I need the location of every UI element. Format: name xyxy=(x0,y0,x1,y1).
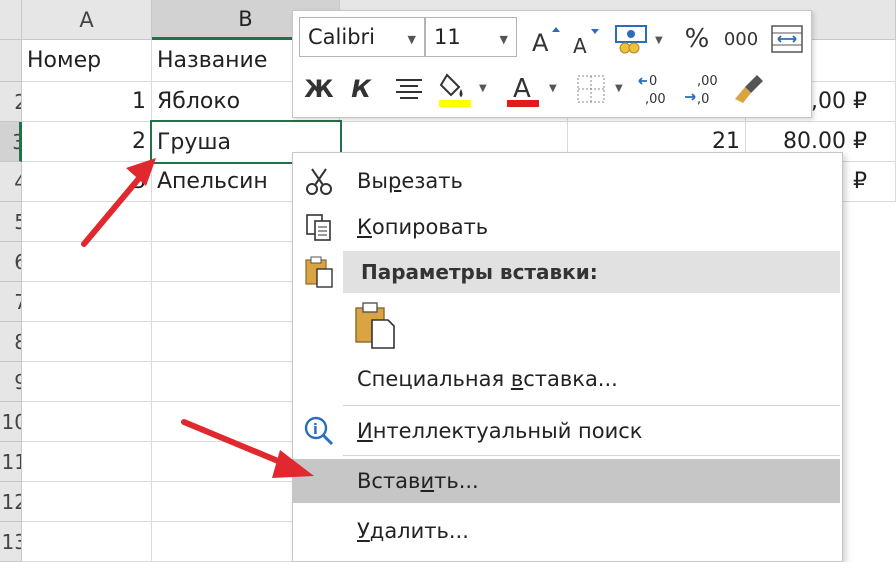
red-arrow-insert xyxy=(181,419,314,478)
red-arrow-cell xyxy=(81,158,156,247)
annotation-overlay xyxy=(81,158,314,478)
